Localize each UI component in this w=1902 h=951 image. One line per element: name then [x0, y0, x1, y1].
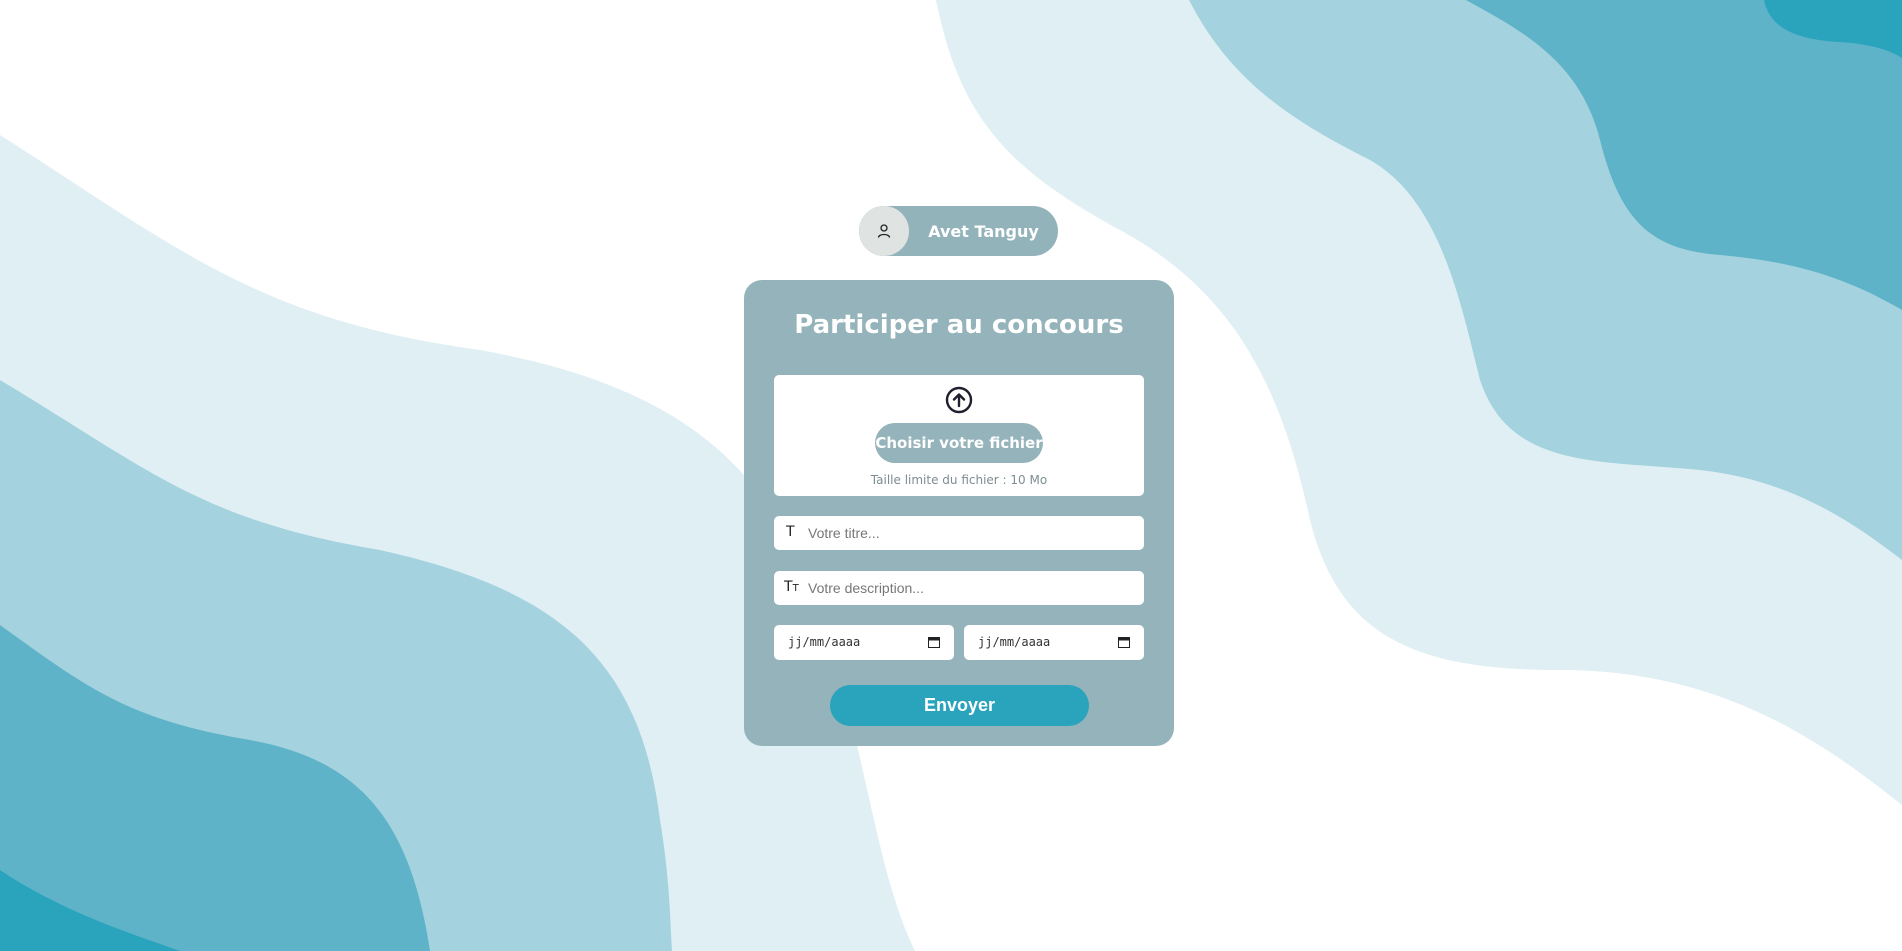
file-upload-zone[interactable]: Choisir votre fichier Taille limite du f… — [774, 375, 1144, 496]
end-date-input[interactable]: jj/mm/aaaa — [964, 625, 1144, 660]
user-icon — [877, 224, 891, 238]
user-name: Avet Tanguy — [928, 221, 1039, 241]
submit-button[interactable]: Envoyer — [830, 685, 1089, 726]
description-input[interactable] — [808, 571, 1134, 605]
file-size-hint: Taille limite du fichier : 10 Mo — [870, 473, 1048, 487]
choose-file-button[interactable]: Choisir votre fichier — [875, 423, 1043, 463]
calendar-icon[interactable] — [928, 636, 940, 648]
avatar[interactable] — [859, 206, 909, 256]
page-title: Participer au concours — [794, 310, 1124, 340]
end-date-placeholder: jj/mm/aaaa — [978, 635, 1051, 649]
start-date-input[interactable]: jj/mm/aaaa — [774, 625, 954, 660]
text-size-icon: TT — [784, 579, 799, 595]
arrow-up-circle-icon — [945, 386, 973, 414]
text-icon: T — [786, 524, 795, 540]
description-field[interactable]: TT — [774, 571, 1144, 605]
contest-form-card: Participer au concours Choisir votre fic… — [744, 280, 1174, 746]
title-field[interactable]: T — [774, 516, 1144, 550]
user-profile-pill[interactable]: Avet Tanguy — [859, 206, 1058, 256]
calendar-icon[interactable] — [1118, 636, 1130, 648]
title-input[interactable] — [808, 516, 1134, 550]
start-date-placeholder: jj/mm/aaaa — [788, 635, 861, 649]
